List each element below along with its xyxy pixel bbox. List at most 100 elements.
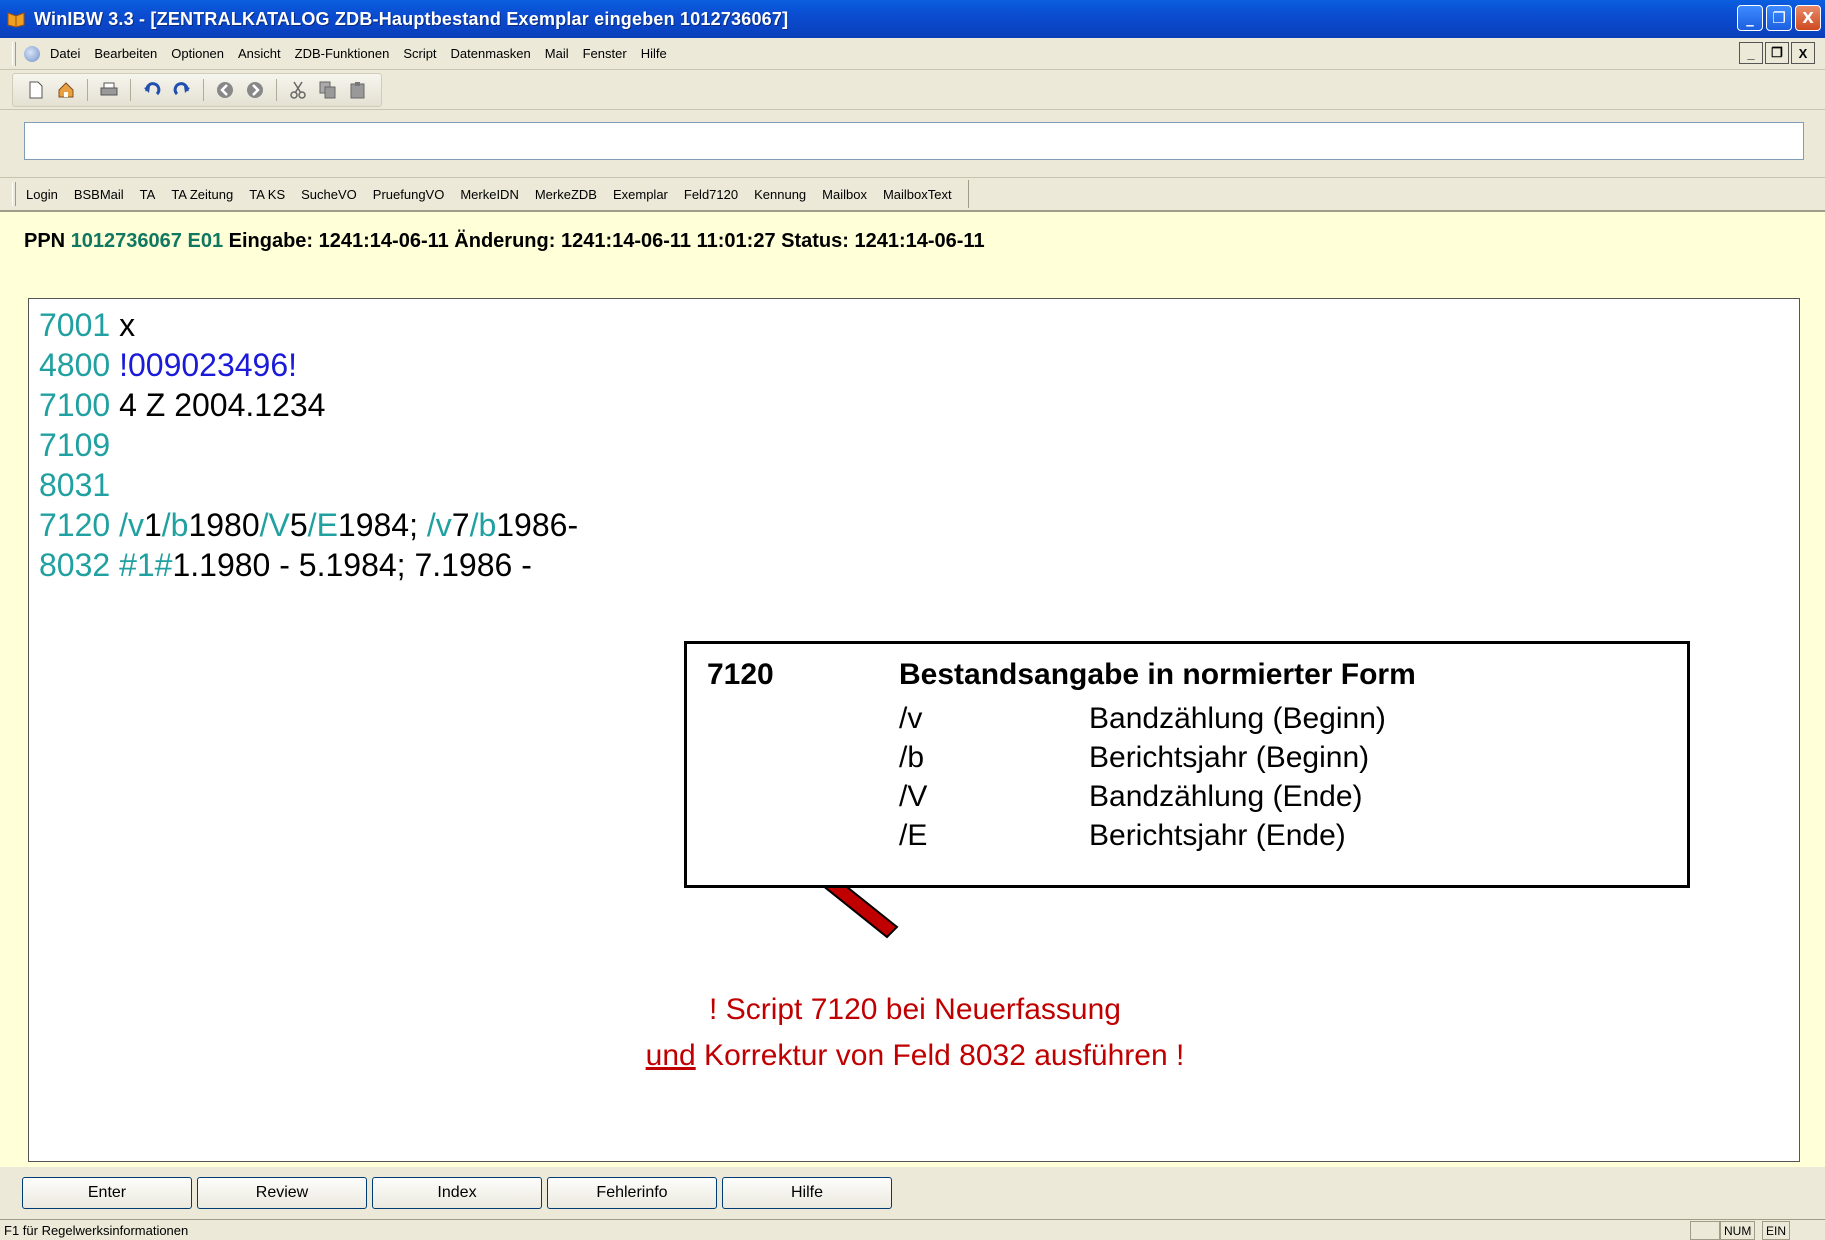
field-line[interactable]: 7109 (39, 425, 578, 465)
info-subfield: /b (899, 741, 925, 774)
subfield-code: /v (426, 507, 452, 543)
subfield-value: 7 (451, 507, 470, 543)
info-desc: Berichtsjahr (Ende) (1089, 819, 1346, 852)
menu-fenster[interactable]: Fenster (583, 46, 627, 61)
toolbar (0, 70, 1825, 110)
info-row: /v Bandzählung (Beginn) (899, 702, 1386, 736)
menu-zdb-funktionen[interactable]: ZDB-Funktionen (295, 46, 390, 61)
grip-handle[interactable] (12, 182, 16, 206)
home-icon[interactable] (55, 79, 77, 101)
document-icon[interactable] (24, 45, 40, 62)
child-minimize-button[interactable]: _ (1739, 42, 1763, 64)
menu-mail[interactable]: Mail (545, 46, 569, 61)
shortcut-login[interactable]: Login (26, 187, 58, 202)
menu-datenmasken[interactable]: Datenmasken (451, 46, 531, 61)
field-line[interactable]: 7120 /v1/b1980/V5/E1984; /v7/b1986- (39, 505, 578, 545)
field-value: 1.1980 - 5.1984; 7.1986 - (172, 547, 532, 583)
subfield-code: /V (259, 507, 290, 543)
paste-icon[interactable] (347, 79, 369, 101)
field-line[interactable]: 8031 (39, 465, 578, 505)
app-icon (7, 12, 25, 28)
menu-bearbeiten[interactable]: Bearbeiten (94, 46, 157, 61)
record-editor[interactable]: 7001 x 4800 !009023496! 7100 4 Z 2004.12… (28, 298, 1800, 1162)
shortcut-feld7120[interactable]: Feld7120 (684, 187, 738, 202)
status-indicator-empty (1690, 1221, 1720, 1240)
new-icon[interactable] (25, 79, 47, 101)
shortcut-ta-ks[interactable]: TA KS (249, 187, 285, 202)
shortcut-kennung[interactable]: Kennung (754, 187, 806, 202)
function-button-bar: Enter Review Index Fehlerinfo Hilfe (0, 1167, 1825, 1219)
maximize-button[interactable]: ❐ (1766, 5, 1792, 31)
toolbar-separator (203, 78, 204, 101)
shortcut-pruefungvo[interactable]: PruefungVO (373, 187, 445, 202)
shortcut-merkeidn[interactable]: MerkeIDN (460, 187, 519, 202)
field-tag: 4800 (39, 347, 111, 383)
shortcut-bsbmail[interactable]: BSBMail (74, 187, 124, 202)
subfield-value: 1980 (188, 507, 260, 543)
field-value: x (110, 307, 136, 343)
undo-icon[interactable] (141, 79, 163, 101)
note-line-2: und Korrektur von Feld 8032 ausführen ! (29, 1039, 1801, 1073)
window-title: WinIBW 3.3 - [ZENTRALKATALOG ZDB-Hauptbe… (34, 8, 789, 29)
cut-icon[interactable] (287, 79, 309, 101)
child-close-button[interactable]: X (1791, 42, 1815, 64)
field-tag: 7109 (39, 427, 111, 463)
shortcut-suchevo[interactable]: SucheVO (301, 187, 357, 202)
field-tag: 7120 (39, 507, 111, 543)
redo-icon[interactable] (171, 79, 193, 101)
review-button[interactable]: Review (197, 1177, 367, 1209)
close-button[interactable]: X (1795, 5, 1821, 31)
command-input[interactable] (24, 122, 1804, 160)
enter-button[interactable]: Enter (22, 1177, 192, 1209)
note-rest: Korrektur von Feld 8032 ausführen ! (695, 1039, 1185, 1072)
info-subfield: /V (899, 780, 928, 813)
info-field-code: 7120 (707, 658, 774, 691)
field-line[interactable]: 7001 x (39, 305, 578, 345)
menu-optionen[interactable]: Optionen (171, 46, 224, 61)
minimize-button[interactable]: _ (1737, 5, 1763, 31)
record-header: PPN 1012736067 E01 Eingabe: 1241:14-06-1… (24, 230, 985, 253)
print-icon[interactable] (98, 79, 120, 101)
toolbar-separator (276, 78, 277, 101)
field-line[interactable]: 7100 4 Z 2004.1234 (39, 385, 578, 425)
subfield-code: /b (469, 507, 497, 543)
copy-icon[interactable] (317, 79, 339, 101)
field-line[interactable]: 8032 #1#1.1980 - 5.1984; 7.1986 - (39, 545, 578, 585)
command-area (0, 110, 1825, 178)
subfield-code: /b (161, 507, 189, 543)
shortcut-exemplar[interactable]: Exemplar (613, 187, 668, 202)
menu-script[interactable]: Script (403, 46, 436, 61)
child-restore-button[interactable]: ❐ (1765, 42, 1789, 64)
note-underline: und (645, 1039, 696, 1072)
subfield-value: 1986- (496, 507, 579, 543)
shortcut-ta[interactable]: TA (140, 187, 156, 202)
status-num: NUM (1720, 1221, 1756, 1240)
field-tag: 8032 (39, 547, 111, 583)
toolbar-separator (130, 78, 131, 101)
field-line[interactable]: 4800 !009023496! (39, 345, 578, 385)
fehlerinfo-button[interactable]: Fehlerinfo (547, 1177, 717, 1209)
shortcut-mailboxtext[interactable]: MailboxText (883, 187, 952, 202)
hilfe-button[interactable]: Hilfe (722, 1177, 892, 1209)
grip-handle[interactable] (12, 41, 16, 66)
note-line-1: ! Script 7120 bei Neuerfassung (709, 993, 1121, 1026)
subfield-value: 1984; (337, 507, 427, 543)
info-row: /b Berichtsjahr (Beginn) (899, 741, 1369, 775)
shortcut-ta-zeitung[interactable]: TA Zeitung (171, 187, 233, 202)
field-value: 4 Z 2004.1234 (110, 387, 326, 423)
shortcut-merkezdb[interactable]: MerkeZDB (535, 187, 597, 202)
field-info-box: 7120 Bestandsangabe in normierter Form /… (684, 641, 1690, 888)
menu-datei[interactable]: Datei (50, 46, 80, 61)
record-dates: Eingabe: 1241:14-06-11 Änderung: 1241:14… (228, 230, 985, 252)
shortcut-mailbox[interactable]: Mailbox (822, 187, 867, 202)
menu-bar: Datei Bearbeiten Optionen Ansicht ZDB-Fu… (0, 38, 1825, 70)
field-value: !009023496! (110, 347, 298, 383)
index-button[interactable]: Index (372, 1177, 542, 1209)
forward-icon[interactable] (244, 79, 266, 101)
menu-hilfe[interactable]: Hilfe (641, 46, 667, 61)
back-icon[interactable] (214, 79, 236, 101)
menu-ansicht[interactable]: Ansicht (238, 46, 281, 61)
subfield-code: /v (110, 507, 144, 543)
info-title: Bestandsangabe in normierter Form (899, 658, 1416, 691)
shortcut-bar-end (967, 180, 969, 208)
